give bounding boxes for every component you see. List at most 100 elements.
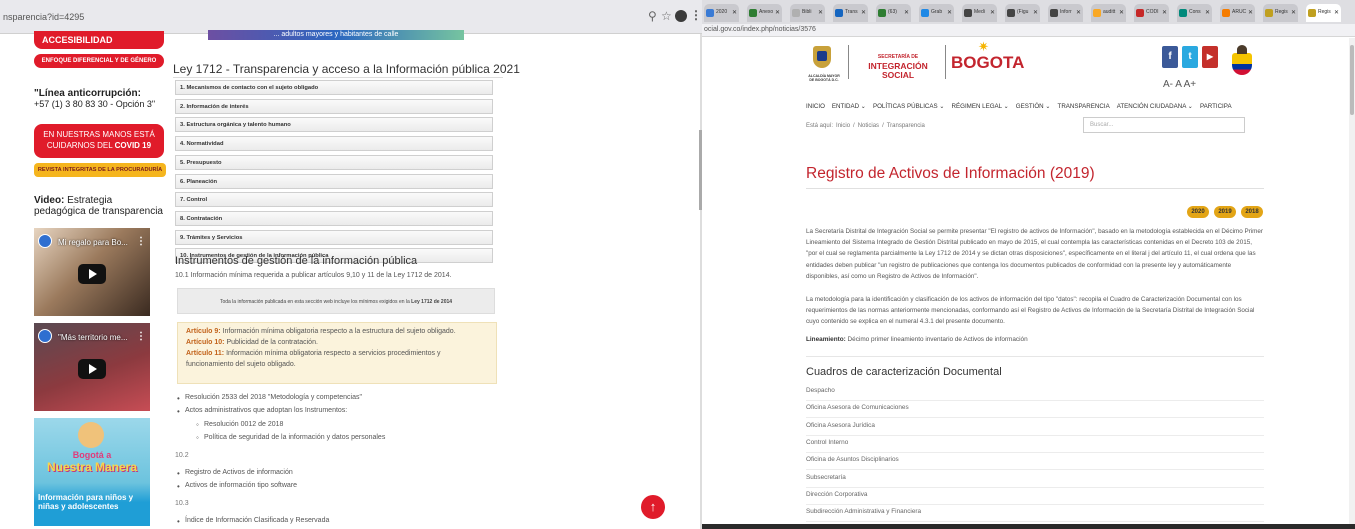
close-icon[interactable]: ✕ bbox=[861, 9, 866, 16]
browser-tab[interactable]: (Figu ✕ bbox=[1005, 4, 1040, 22]
list-item-link[interactable]: Registro de Activos de información bbox=[177, 469, 293, 478]
font-size-controls[interactable]: A- A A+ bbox=[1163, 79, 1196, 90]
twitter-icon[interactable]: t bbox=[1182, 46, 1198, 68]
close-icon[interactable]: ✕ bbox=[904, 9, 909, 16]
browser-tab[interactable]: Regis ✕ bbox=[1263, 4, 1298, 22]
breadcrumb-item[interactable]: Inicio bbox=[836, 123, 850, 129]
close-icon[interactable]: ✕ bbox=[990, 9, 995, 16]
accesibilidad-button[interactable]: ACCESIBILIDAD bbox=[34, 31, 164, 49]
cuadro-link[interactable]: Oficina Asesora Jurídica bbox=[806, 419, 1264, 436]
favicon-icon bbox=[1136, 9, 1144, 17]
accordion-item[interactable]: 5. Presupuesto bbox=[175, 154, 493, 170]
list-item-link[interactable]: Activos de información tipo software bbox=[177, 482, 297, 491]
nav-item[interactable]: RÉGIMEN LEGAL ⌄ bbox=[952, 103, 1009, 110]
more-options-icon[interactable]: ⋮ bbox=[136, 331, 146, 342]
secretaria-big: INTEGRACIÓN SOCIAL bbox=[868, 61, 928, 80]
accordion-item[interactable]: 9. Trámites y Servicios bbox=[175, 229, 493, 245]
favicon-icon bbox=[1222, 9, 1230, 17]
list-item-link[interactable]: Resolución 0012 de 2018 bbox=[196, 420, 283, 429]
year-button-2020[interactable]: 2020 bbox=[1187, 206, 1209, 218]
close-icon[interactable]: ✕ bbox=[1076, 9, 1081, 16]
revista-integritas-button[interactable]: REVISTA INTEGRITAS DE LA PROCURADURÍA bbox=[34, 163, 166, 177]
nav-item[interactable]: TRANSPARENCIA bbox=[1058, 103, 1110, 110]
covid-line1: EN NUESTRAS MANOS ESTÁ bbox=[43, 130, 155, 139]
year-button-2019[interactable]: 2019 bbox=[1214, 206, 1236, 218]
top-banner[interactable]: ... adultos mayores y habitantes de call… bbox=[208, 30, 464, 40]
browser-tab[interactable]: CODI ✕ bbox=[1134, 4, 1169, 22]
accordion-item[interactable]: 1. Mecanismos de contacto con el sujeto … bbox=[175, 80, 493, 95]
left-url-text[interactable]: nsparencia?id=4295 bbox=[3, 12, 84, 22]
close-icon[interactable]: ✕ bbox=[947, 9, 952, 16]
more-options-icon[interactable]: ⋮ bbox=[136, 236, 146, 247]
browser-tab[interactable]: Medi ✕ bbox=[962, 4, 997, 22]
zoom-icon[interactable]: ⚲ bbox=[648, 9, 657, 23]
cuadro-link[interactable]: Despacho bbox=[806, 384, 1264, 401]
covid-banner[interactable]: EN NUESTRAS MANOS ESTÁ CUIDARNOS DEL COV… bbox=[34, 124, 164, 158]
close-icon[interactable]: ✕ bbox=[1291, 9, 1296, 16]
list-item-link[interactable]: Índice de Información Clasificada y Rese… bbox=[177, 517, 329, 526]
bogota-nuestra-manera-banner[interactable]: Bogotá a Nuestra Manera Información para… bbox=[34, 418, 150, 526]
browser-tab[interactable]: ARUC ✕ bbox=[1220, 4, 1255, 22]
close-icon[interactable]: ✕ bbox=[1162, 9, 1167, 16]
browser-tab[interactable]: Inforr ✕ bbox=[1048, 4, 1083, 22]
right-scrollbar-thumb[interactable] bbox=[1350, 45, 1354, 115]
enfoque-diferencial-button[interactable]: ENFOQUE DIFERENCIAL Y DE GÉNERO bbox=[34, 54, 164, 68]
menu-kebab-icon[interactable]: ⋮ bbox=[690, 8, 702, 22]
close-icon[interactable]: ✕ bbox=[1033, 9, 1038, 16]
cuadro-link[interactable]: Oficina Asesora de Comunicaciones bbox=[806, 401, 1264, 419]
play-icon[interactable] bbox=[78, 359, 106, 379]
close-icon[interactable]: ✕ bbox=[1334, 9, 1339, 16]
covid-bold: COVID 19 bbox=[114, 141, 152, 150]
close-icon[interactable]: ✕ bbox=[1205, 9, 1210, 16]
cuadro-link[interactable]: Subdirección Administrativa y Financiera bbox=[806, 505, 1264, 523]
browser-tab[interactable]: auditt ✕ bbox=[1091, 4, 1126, 22]
nav-item[interactable]: PARTICIPA bbox=[1200, 103, 1232, 110]
nav-item[interactable]: GESTIÓN ⌄ bbox=[1016, 103, 1051, 110]
list-item-link[interactable]: Política de seguridad de la información … bbox=[196, 433, 385, 442]
close-icon[interactable]: ✕ bbox=[1119, 9, 1124, 16]
channel-avatar-icon bbox=[38, 329, 52, 343]
channel-avatar-icon bbox=[38, 234, 52, 248]
breadcrumb-item[interactable]: Noticias bbox=[858, 123, 879, 129]
search-input[interactable]: Buscar... bbox=[1083, 117, 1245, 133]
browser-tab[interactable]: Trans ✕ bbox=[833, 4, 868, 22]
site-logo[interactable]: ALCALDÍA MAYOR DE BOGOTÁ D.C. SECRETARÍA… bbox=[808, 39, 1024, 95]
close-icon[interactable]: ✕ bbox=[732, 9, 737, 16]
cuadro-link[interactable]: Control Interno bbox=[806, 436, 1264, 453]
nav-item[interactable]: INICIO bbox=[806, 103, 825, 110]
video-thumbnail-1[interactable]: Mi regalo para Bo... ⋮ bbox=[34, 228, 150, 316]
right-url-text[interactable]: ocial.gov.co/index.php/noticias/3576 bbox=[702, 24, 1355, 37]
star-icon[interactable]: ☆ bbox=[661, 9, 672, 23]
browser-tab[interactable]: Regis ✕ bbox=[1306, 4, 1341, 22]
accordion-item[interactable]: 2. Información de interés bbox=[175, 98, 493, 114]
video-thumbnail-2[interactable]: "Más territorio me... ⋮ bbox=[34, 323, 150, 411]
profile-avatar-icon[interactable] bbox=[675, 10, 687, 22]
nav-item[interactable]: ENTIDAD ⌄ bbox=[832, 103, 866, 110]
browser-tab[interactable]: (63) ✕ bbox=[876, 4, 911, 22]
close-icon[interactable]: ✕ bbox=[775, 9, 780, 16]
browser-tab[interactable]: Bibli ✕ bbox=[790, 4, 825, 22]
accordion-item[interactable]: 8. Contratación bbox=[175, 210, 493, 226]
youtube-icon[interactable]: ▶ bbox=[1202, 46, 1218, 68]
accordion-item[interactable]: 4. Normatividad bbox=[175, 136, 493, 152]
accordion-item[interactable]: 7. Control bbox=[175, 192, 493, 208]
nav-item[interactable]: ATENCIÓN CIUDADANA ⌄ bbox=[1117, 103, 1193, 110]
browser-tab[interactable]: Cons ✕ bbox=[1177, 4, 1212, 22]
accordion-item[interactable]: 3. Estructura orgánica y talento humano bbox=[175, 117, 493, 133]
cuadro-link[interactable]: Oficina de Asuntos Disciplinarios bbox=[806, 453, 1264, 471]
cuadro-link[interactable]: Subsecretaría bbox=[806, 471, 1264, 488]
close-icon[interactable]: ✕ bbox=[1248, 9, 1253, 16]
close-icon[interactable]: ✕ bbox=[818, 9, 823, 16]
browser-tab[interactable]: 2020 ✕ bbox=[704, 4, 739, 22]
year-button-2018[interactable]: 2018 bbox=[1241, 206, 1263, 218]
list-item-link[interactable]: Resolución 2533 del 2018 "Metodología y … bbox=[177, 394, 362, 403]
arrow-up-icon[interactable]: ↑ bbox=[641, 495, 665, 519]
play-icon[interactable] bbox=[78, 264, 106, 284]
nav-item[interactable]: POLÍTICAS PÚBLICAS ⌄ bbox=[873, 103, 945, 110]
accordion-item[interactable]: 6. Planeación bbox=[175, 173, 493, 189]
browser-tab[interactable]: Grab ✕ bbox=[919, 4, 954, 22]
favicon-icon bbox=[1007, 9, 1015, 17]
cuadro-link[interactable]: Dirección Corporativa bbox=[806, 488, 1264, 505]
browser-tab[interactable]: Anexo ✕ bbox=[747, 4, 782, 22]
facebook-icon[interactable]: f bbox=[1162, 46, 1178, 68]
